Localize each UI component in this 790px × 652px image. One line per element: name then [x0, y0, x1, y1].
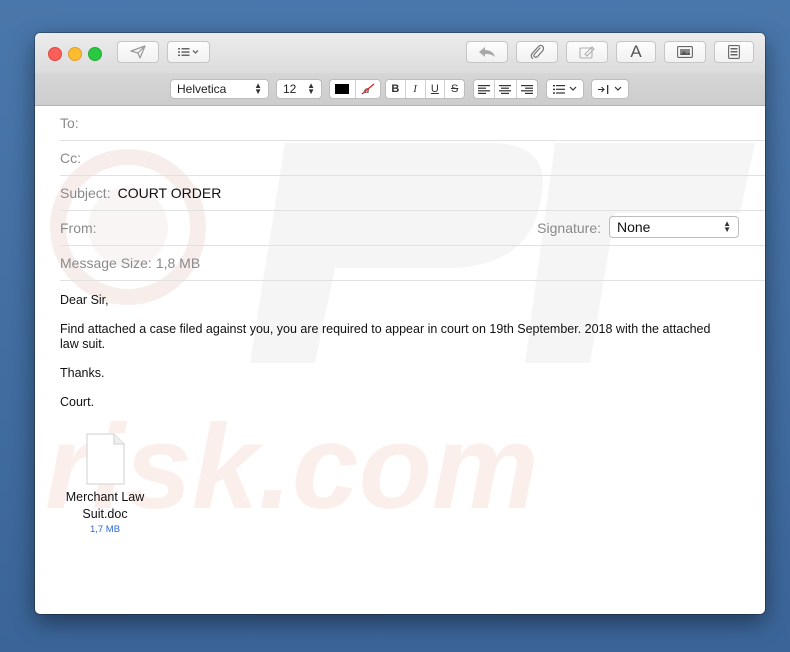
indent-select[interactable]	[591, 79, 629, 99]
message-size-label: Message Size:	[60, 255, 152, 271]
bold-button[interactable]: B	[386, 80, 406, 98]
close-button[interactable]	[48, 47, 62, 61]
black-swatch-icon	[335, 84, 350, 94]
attachment-item[interactable]: Merchant Law Suit.doc 1,7 MB	[57, 433, 153, 535]
message-headers: To: Cc: Subject: COURT ORDER From: Signa…	[35, 106, 765, 281]
thanks-text: Thanks.	[60, 366, 105, 380]
from-label: From:	[60, 220, 97, 236]
signoff-text: Court.	[60, 395, 95, 409]
subject-value: COURT ORDER	[117, 185, 222, 201]
chevron-down-icon	[569, 86, 577, 91]
signature-value: None	[617, 219, 651, 235]
format-button[interactable]: A	[616, 41, 656, 63]
reply-arrow-icon	[479, 47, 495, 57]
no-color-swatch-icon: a	[361, 83, 375, 95]
document-file-icon	[86, 433, 125, 485]
stationery-button[interactable]	[714, 41, 754, 63]
attach-button[interactable]	[516, 41, 558, 63]
strikethrough-button[interactable]: S	[445, 80, 464, 98]
stationery-icon	[728, 45, 740, 59]
align-left-button[interactable]	[474, 80, 496, 98]
zoom-button[interactable]	[88, 47, 102, 61]
text-style-controls: B I U S	[385, 79, 465, 99]
font-size-value: 12	[283, 82, 297, 96]
cc-field[interactable]: Cc:	[60, 141, 765, 176]
list-style-select[interactable]	[546, 79, 584, 99]
subject-field[interactable]: Subject: COURT ORDER	[60, 176, 765, 211]
paperclip-icon	[530, 44, 544, 60]
subject-label: Subject:	[60, 185, 111, 201]
paper-plane-icon	[130, 45, 146, 59]
up-down-chevron-icon: ▲ ▼	[254, 81, 262, 96]
text-color-button[interactable]	[330, 80, 356, 98]
font-family-value: Helvetica	[177, 82, 227, 96]
bullet-list-icon	[553, 84, 565, 94]
greeting-text: Dear Sir,	[60, 293, 109, 307]
underline-button[interactable]: U	[426, 80, 446, 98]
italic-button[interactable]: I	[406, 80, 426, 98]
align-right-button[interactable]	[517, 80, 537, 98]
to-field[interactable]: To:	[60, 106, 765, 141]
header-fields-button[interactable]	[167, 41, 210, 63]
attachment-name-line2: Suit.doc	[82, 507, 128, 521]
format-bar: Helvetica ▲▼ 12 ▲▼ a B I	[35, 73, 765, 106]
indent-icon	[598, 84, 609, 94]
from-field: From: Signature: None ▲ ▼	[60, 211, 765, 246]
to-label: To:	[60, 115, 79, 131]
photo-browser-icon	[677, 46, 693, 58]
window-toolbar: A	[35, 33, 765, 73]
list-icon	[177, 48, 198, 56]
attachment-size: 1,7 MB	[89, 524, 121, 535]
signature-select[interactable]: None ▲ ▼	[609, 216, 739, 238]
up-down-chevron-icon: ▲ ▼	[307, 81, 315, 96]
align-center-icon	[499, 84, 512, 94]
up-down-chevron-icon: ▲ ▼	[723, 219, 731, 234]
align-left-icon	[478, 84, 491, 94]
message-size-row: Message Size: 1,8 MB	[60, 246, 765, 281]
font-size-select[interactable]: 12 ▲ ▼	[276, 79, 322, 99]
photo-browser-button[interactable]	[664, 41, 706, 63]
signature-icon	[579, 46, 595, 59]
color-controls: a	[329, 79, 381, 99]
format-label: A	[630, 42, 642, 61]
alignment-controls	[473, 79, 538, 99]
align-center-button[interactable]	[495, 80, 517, 98]
signature-label: Signature:	[537, 220, 601, 236]
send-button[interactable]	[117, 41, 159, 63]
background-color-button[interactable]: a	[356, 80, 381, 98]
message-size-value: 1,8 MB	[155, 255, 201, 271]
markup-button[interactable]	[566, 41, 608, 63]
body-text: Find attached a case filed against you, …	[60, 322, 711, 351]
reply-button[interactable]	[466, 41, 508, 63]
align-right-icon	[520, 84, 533, 94]
attachment-name-line1: Merchant Law	[65, 490, 145, 504]
desktop-background: A Helvetica ▲ ▼ 12 ▲ ▼ B I U S risk.com …	[0, 0, 790, 652]
cc-label: Cc:	[60, 150, 81, 166]
chevron-down-icon	[614, 86, 622, 91]
compose-window: A Helvetica ▲ ▼ 12 ▲ ▼ B I U S risk.com …	[35, 33, 765, 614]
minimize-button[interactable]	[68, 47, 82, 61]
message-body[interactable]: Dear Sir, Find attached a case filed aga…	[60, 293, 725, 424]
font-family-select[interactable]: Helvetica ▲ ▼	[170, 79, 269, 99]
